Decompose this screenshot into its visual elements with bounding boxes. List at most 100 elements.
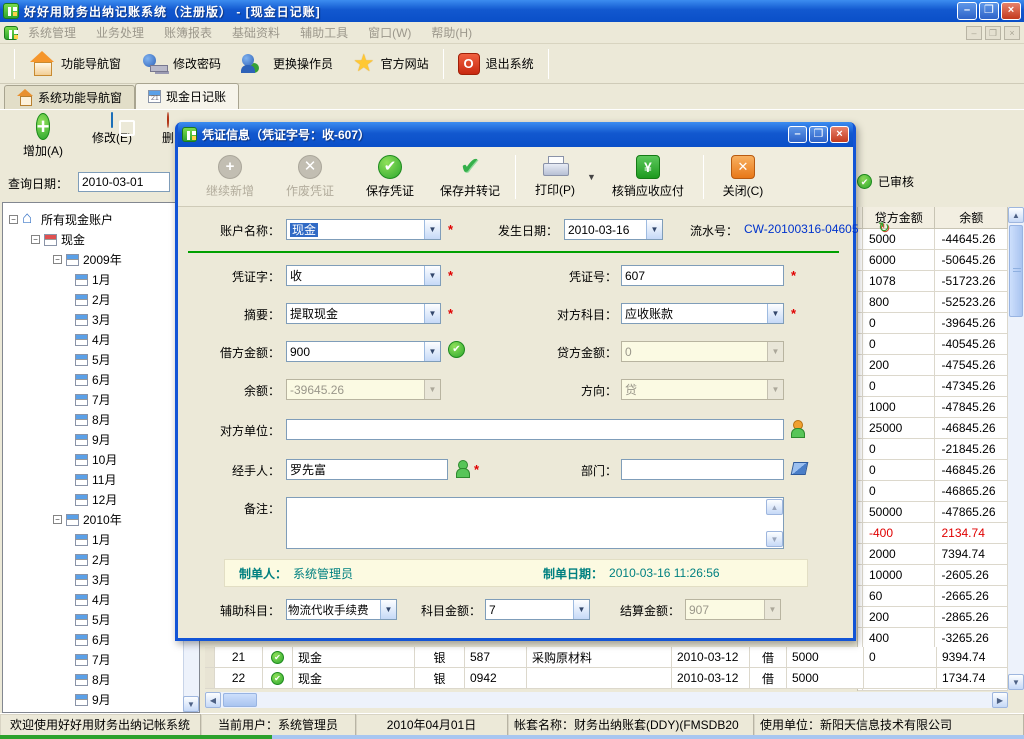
tree-expander-icon[interactable]: − — [9, 215, 18, 224]
remark-textarea[interactable] — [286, 497, 784, 549]
table-row[interactable]: 0 -21845.26 — [858, 439, 1008, 460]
menu-basedata[interactable]: 基础资料 — [222, 22, 290, 43]
tree-node[interactable]: − 2010年 — [3, 509, 199, 529]
counter-subject-combo[interactable]: 应收账款 ▼ — [621, 303, 784, 324]
scroll-right-icon[interactable]: ▶ — [992, 692, 1008, 708]
tree-node[interactable]: − 所有现金账户 — [3, 209, 199, 229]
dialog-restore-button[interactable]: ❐ — [809, 126, 828, 143]
voucher-word-combo[interactable]: 收 ▼ — [286, 265, 441, 286]
tree-expander-icon[interactable]: − — [31, 235, 40, 244]
scroll-up-icon[interactable]: ▲ — [766, 499, 783, 515]
add-record-button[interactable]: + 增加(A) — [13, 113, 73, 159]
tree-node[interactable]: 2月 — [3, 549, 199, 569]
table-row[interactable]: 0 -39645.26 — [858, 313, 1008, 334]
tree-node[interactable]: 6月 — [3, 369, 199, 389]
tree-node[interactable]: 11月 — [3, 469, 199, 489]
tree-node[interactable]: − 现金 — [3, 229, 199, 249]
tree-node[interactable]: 2月 — [3, 289, 199, 309]
dialog-minimize-button[interactable]: – — [788, 126, 807, 143]
nav-window-button[interactable]: 功能导航窗 — [19, 49, 131, 79]
tree-node[interactable]: 8月 — [3, 409, 199, 429]
counterparty-input[interactable] — [286, 419, 784, 440]
edit-record-button[interactable]: 修改(E) — [82, 113, 142, 146]
table-row[interactable]: 10000 -2605.26 — [858, 565, 1008, 586]
chevron-down-icon[interactable]: ▼ — [646, 220, 662, 239]
writeoff-button[interactable]: ¥ 核销应收应付 — [600, 155, 696, 199]
tree-node[interactable]: 7月 — [3, 649, 199, 669]
person-pair-icon[interactable] — [790, 420, 804, 436]
print-button[interactable]: 打印(P) — [523, 156, 587, 198]
debit-amount-combo[interactable]: 900 ▼ — [286, 341, 441, 362]
tree-node[interactable]: 3月 — [3, 569, 199, 589]
scrollbar-thumb[interactable] — [1009, 225, 1023, 317]
tree-node[interactable]: 7月 — [3, 389, 199, 409]
chevron-down-icon[interactable]: ▼ — [380, 600, 396, 619]
save-and-transfer-button[interactable]: ✔ 保存并转记 — [432, 155, 508, 199]
table-row[interactable]: 200 -47545.26 — [858, 355, 1008, 376]
table-row[interactable]: 800 -52523.26 — [858, 292, 1008, 313]
tree-expander-icon[interactable]: − — [53, 515, 62, 524]
table-row[interactable]: 25000 -46845.26 — [858, 418, 1008, 439]
scroll-down-icon[interactable]: ▼ — [183, 696, 199, 712]
table-row[interactable]: 0 -47345.26 — [858, 376, 1008, 397]
voucher-no-input[interactable] — [621, 265, 784, 286]
person-icon[interactable] — [455, 460, 469, 476]
scroll-down-icon[interactable]: ▼ — [766, 531, 783, 547]
tree-node[interactable]: 9月 — [3, 429, 199, 449]
table-row[interactable]: 50000 -47865.26 — [858, 502, 1008, 523]
tree-node[interactable]: 6月 — [3, 629, 199, 649]
subject-amount-combo[interactable]: 7 ▼ — [485, 599, 590, 620]
table-row[interactable]: 60 -2665.26 — [858, 586, 1008, 607]
change-password-button[interactable]: 修改密码 — [131, 48, 231, 80]
table-row[interactable]: 0 -46865.26 — [858, 481, 1008, 502]
minimize-button[interactable]: – — [957, 2, 977, 20]
tree-node[interactable]: − 2009年 — [3, 249, 199, 269]
menu-system[interactable]: 系统管理 — [18, 22, 86, 43]
table-row[interactable]: 0 -40545.26 — [858, 334, 1008, 355]
switch-operator-button[interactable]: 更换操作员 — [231, 48, 343, 80]
tree-node[interactable]: 3月 — [3, 309, 199, 329]
grid-vertical-scrollbar[interactable]: ▲ ▼ — [1008, 207, 1024, 690]
mdi-close-button[interactable]: × — [1004, 26, 1020, 40]
book-icon[interactable] — [791, 462, 809, 475]
table-row[interactable]: 1078 -51723.26 — [858, 271, 1008, 292]
chevron-down-icon[interactable]: ▼ — [424, 266, 440, 285]
remark-scrollbar[interactable]: ▲ ▼ — [766, 499, 783, 547]
refresh-icon[interactable]: ↻ — [878, 219, 890, 236]
chevron-down-icon[interactable]: ▼ — [424, 304, 440, 323]
menu-window[interactable]: 窗口(W) — [358, 22, 421, 43]
restore-button[interactable]: ❐ — [979, 2, 999, 20]
menu-reports[interactable]: 账簿报表 — [154, 22, 222, 43]
menu-tools[interactable]: 辅助工具 — [290, 22, 358, 43]
mdi-restore-button[interactable]: ❐ — [985, 26, 1001, 40]
mdi-minimize-button[interactable]: – — [966, 26, 982, 40]
aux-subject-combo[interactable]: 物流代收手续费 ▼ — [286, 599, 397, 620]
tree-node[interactable]: 5月 — [3, 349, 199, 369]
account-name-combo[interactable]: 现金 ▼ — [286, 219, 441, 240]
close-button[interactable]: × — [1001, 2, 1021, 20]
exit-system-button[interactable]: O 退出系统 — [448, 49, 544, 79]
table-row[interactable]: 21 ✔ 现金 银 587 采购原材料 2010-03-12 借 5000 0 … — [205, 647, 1008, 668]
tree-node[interactable]: 8月 — [3, 669, 199, 689]
tree-node[interactable]: 1月 — [3, 529, 199, 549]
void-voucher-button[interactable]: ✕ 作废凭证 — [272, 155, 348, 199]
chevron-down-icon[interactable]: ▼ — [767, 304, 783, 323]
table-row[interactable]: 6000 -50645.26 — [858, 250, 1008, 271]
tree-node[interactable]: 12月 — [3, 489, 199, 509]
menu-help[interactable]: 帮助(H) — [421, 22, 482, 43]
table-row[interactable]: 0 -46845.26 — [858, 460, 1008, 481]
scroll-down-icon[interactable]: ▼ — [1008, 674, 1024, 690]
tab-nav-window[interactable]: 系统功能导航窗 — [4, 85, 135, 109]
table-row[interactable]: 400 -3265.26 — [858, 628, 1008, 649]
tree-node[interactable]: 9月 — [3, 689, 199, 709]
scroll-left-icon[interactable]: ◀ — [205, 692, 221, 708]
continue-new-button[interactable]: + 继续新增 — [192, 155, 268, 199]
table-row[interactable]: 1000 -47845.26 — [858, 397, 1008, 418]
table-row[interactable]: 200 -2865.26 — [858, 607, 1008, 628]
tree-node[interactable]: 5月 — [3, 609, 199, 629]
table-row[interactable]: 22 ✔ 现金 银 0942 2010-03-12 借 5000 1734.74 — [205, 668, 1008, 689]
tree-node[interactable]: 1月 — [3, 269, 199, 289]
scrollbar-thumb[interactable] — [223, 693, 257, 707]
print-dropdown-icon[interactable]: ▼ — [587, 172, 596, 182]
official-website-button[interactable]: ★ 官方网站 — [343, 49, 439, 79]
